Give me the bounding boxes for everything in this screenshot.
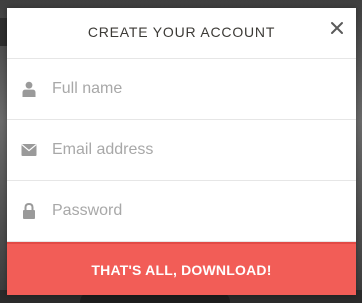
envelope-icon bbox=[21, 142, 37, 158]
email-input[interactable] bbox=[52, 141, 322, 159]
email-field bbox=[7, 120, 356, 181]
password-input[interactable] bbox=[52, 202, 322, 220]
user-icon bbox=[21, 81, 37, 97]
lock-icon bbox=[21, 203, 37, 219]
full-name-input[interactable] bbox=[52, 80, 322, 98]
close-icon[interactable] bbox=[328, 19, 346, 37]
modal-title: CREATE YOUR ACCOUNT bbox=[87, 24, 276, 40]
signup-modal: CREATE YOUR ACCOUNT Full name Email addr… bbox=[7, 8, 356, 295]
download-button[interactable]: THAT'S ALL, DOWNLOAD! bbox=[7, 242, 356, 295]
modal-header: CREATE YOUR ACCOUNT bbox=[7, 8, 356, 59]
password-field bbox=[7, 181, 356, 242]
full-name-field bbox=[7, 59, 356, 120]
